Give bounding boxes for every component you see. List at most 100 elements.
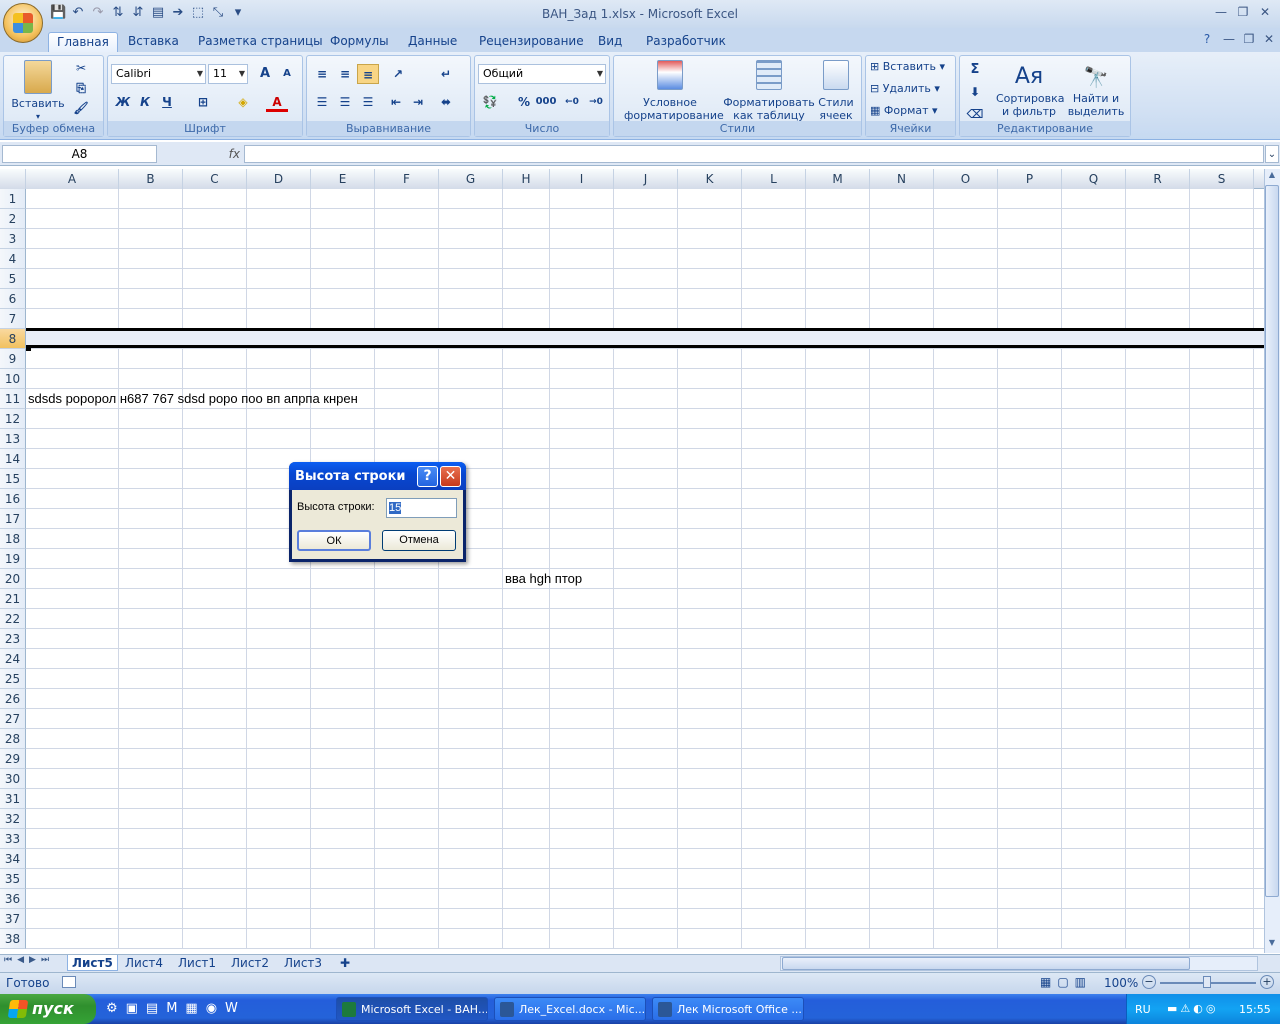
fill-color-icon[interactable]: ◈ xyxy=(232,92,254,112)
ribbon-restore-icon[interactable]: ❐ xyxy=(1238,32,1260,48)
row-header-6[interactable]: 6 xyxy=(0,289,26,309)
tab-developer[interactable]: Разработчик xyxy=(638,32,734,52)
minimize-icon[interactable]: — xyxy=(1210,5,1232,21)
task-word-doc[interactable]: Лек_Excel.docx - Mic... xyxy=(494,997,646,1021)
row-header-4[interactable]: 4 xyxy=(0,249,26,269)
column-header-I[interactable]: I xyxy=(550,169,614,189)
align-top-icon[interactable]: ≡ xyxy=(311,64,333,84)
sheet-tab-list2[interactable]: Лист2 xyxy=(227,955,273,971)
row-header-28[interactable]: 28 xyxy=(0,729,26,749)
column-header-J[interactable]: J xyxy=(614,169,678,189)
column-header-D[interactable]: D xyxy=(247,169,311,189)
column-header-C[interactable]: C xyxy=(183,169,247,189)
cell-styles-button[interactable]: Стили ячеек xyxy=(814,58,858,122)
row-header-18[interactable]: 18 xyxy=(0,529,26,549)
align-middle-icon[interactable]: ≡ xyxy=(334,64,356,84)
scroll-up-icon[interactable]: ▲ xyxy=(1265,170,1279,184)
select-all-corner[interactable] xyxy=(0,169,26,189)
column-header-B[interactable]: B xyxy=(119,169,183,189)
decrease-decimal-icon[interactable]: →0 xyxy=(585,92,607,112)
row-header-32[interactable]: 32 xyxy=(0,809,26,829)
language-indicator[interactable]: RU xyxy=(1135,1003,1151,1016)
dialog-help-button[interactable]: ? xyxy=(417,466,438,487)
start-button[interactable]: пуск xyxy=(0,994,96,1024)
ribbon-minimize-icon[interactable]: — xyxy=(1218,32,1240,48)
expand-formula-icon[interactable]: ⌄ xyxy=(1265,145,1279,163)
row-header-2[interactable]: 2 xyxy=(0,209,26,229)
row-header-8[interactable]: 8 xyxy=(0,329,26,349)
row-header-20[interactable]: 20 xyxy=(0,569,26,589)
insert-cells-button[interactable]: ⊞ Вставить ▾ xyxy=(870,60,945,73)
restore-icon[interactable]: ❐ xyxy=(1232,5,1254,21)
help-icon[interactable]: ? xyxy=(1196,32,1218,48)
row-header-5[interactable]: 5 xyxy=(0,269,26,289)
align-right-icon[interactable]: ☰ xyxy=(357,92,379,112)
row-header-33[interactable]: 33 xyxy=(0,829,26,849)
row-header-17[interactable]: 17 xyxy=(0,509,26,529)
orientation-icon[interactable]: ↗ xyxy=(387,64,409,84)
format-painter-icon[interactable]: 🖌 xyxy=(70,98,92,118)
row-header-1[interactable]: 1 xyxy=(0,189,26,209)
thousands-button[interactable]: 000 xyxy=(535,92,557,112)
office-button[interactable] xyxy=(3,3,43,43)
new-sheet-icon[interactable]: ✚ xyxy=(336,955,354,971)
percent-button[interactable]: % xyxy=(513,92,535,112)
decrease-indent-icon[interactable]: ⇤ xyxy=(385,92,407,112)
sort-filter-button[interactable]: Aя Сортировка и фильтр xyxy=(994,58,1065,118)
column-header-E[interactable]: E xyxy=(311,169,375,189)
row-header-7[interactable]: 7 xyxy=(0,309,26,329)
align-left-icon[interactable]: ☰ xyxy=(311,92,333,112)
fill-icon[interactable]: ⬇ xyxy=(964,82,986,102)
cancel-button[interactable]: Отмена xyxy=(382,530,456,551)
column-header-O[interactable]: O xyxy=(934,169,998,189)
row-header-25[interactable]: 25 xyxy=(0,669,26,689)
row-header-29[interactable]: 29 xyxy=(0,749,26,769)
bold-button[interactable]: Ж xyxy=(112,92,134,112)
row-header-14[interactable]: 14 xyxy=(0,449,26,469)
row-header-11[interactable]: 11 xyxy=(0,389,26,409)
row-header-13[interactable]: 13 xyxy=(0,429,26,449)
row-header-34[interactable]: 34 xyxy=(0,849,26,869)
tab-review[interactable]: Рецензирование xyxy=(471,32,592,52)
tab-insert[interactable]: Вставка xyxy=(120,32,187,52)
tab-view[interactable]: Вид xyxy=(590,32,630,52)
zoom-out-icon[interactable]: − xyxy=(1142,975,1156,989)
row-header-38[interactable]: 38 xyxy=(0,929,26,949)
selected-row-8[interactable] xyxy=(26,328,1264,348)
cut-icon[interactable]: ✂ xyxy=(70,58,92,78)
shrink-font-icon[interactable]: A xyxy=(276,64,298,84)
font-name-combo[interactable]: Calibri ▼ xyxy=(111,64,206,84)
increase-decimal-icon[interactable]: ←0 xyxy=(561,92,583,112)
cell-H20[interactable]: вва hgh птор xyxy=(505,571,582,586)
column-header-R[interactable]: R xyxy=(1126,169,1190,189)
row-header-10[interactable]: 10 xyxy=(0,369,26,389)
horizontal-scroll-thumb[interactable] xyxy=(782,957,1190,970)
column-header-L[interactable]: L xyxy=(742,169,806,189)
scroll-down-icon[interactable]: ▼ xyxy=(1265,938,1279,952)
cell-A11[interactable]: sdsds роророл н687 767 sdsd роро поо вп … xyxy=(28,391,358,406)
dialog-close-button[interactable]: ✕ xyxy=(440,466,461,487)
row-header-35[interactable]: 35 xyxy=(0,869,26,889)
column-header-G[interactable]: G xyxy=(439,169,503,189)
formula-input[interactable] xyxy=(244,145,1264,163)
row-header-30[interactable]: 30 xyxy=(0,769,26,789)
number-format-combo[interactable]: Общий ▼ xyxy=(478,64,606,84)
row-header-21[interactable]: 21 xyxy=(0,589,26,609)
column-header-K[interactable]: K xyxy=(678,169,742,189)
row-header-19[interactable]: 19 xyxy=(0,549,26,569)
format-cells-button[interactable]: ▦ Формат ▾ xyxy=(870,104,938,117)
delete-cells-button[interactable]: ⊟ Удалить ▾ xyxy=(870,82,940,95)
row-header-36[interactable]: 36 xyxy=(0,889,26,909)
row-header-16[interactable]: 16 xyxy=(0,489,26,509)
zoom-in-icon[interactable]: + xyxy=(1260,975,1274,989)
align-bottom-icon[interactable]: ≡ xyxy=(357,64,379,84)
tab-data[interactable]: Данные xyxy=(400,32,465,52)
column-header-N[interactable]: N xyxy=(870,169,934,189)
column-header-H[interactable]: H xyxy=(503,169,550,189)
tray-icons[interactable]: ▬⚠◐◎ xyxy=(1167,1002,1218,1015)
font-size-combo[interactable]: 11 ▼ xyxy=(208,64,248,84)
insert-function-icon[interactable]: fx xyxy=(160,145,244,163)
task-word-lecture[interactable]: Лек Microsoft Office ... xyxy=(652,997,804,1021)
row-header-26[interactable]: 26 xyxy=(0,689,26,709)
column-header-F[interactable]: F xyxy=(375,169,439,189)
